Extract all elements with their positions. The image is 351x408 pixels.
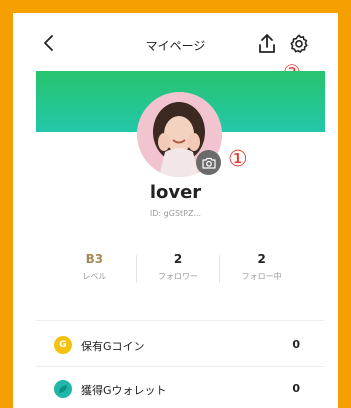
- stat-label: レベル: [82, 272, 107, 281]
- g-coin-icon: G: [54, 336, 72, 354]
- share-button[interactable]: [257, 33, 277, 55]
- stat-value: B3: [85, 252, 104, 266]
- share-icon: [259, 34, 275, 53]
- list-item-value: 0: [292, 382, 300, 395]
- divider: [36, 366, 325, 367]
- leaf-icon: [59, 385, 67, 393]
- list-item-g-coin[interactable]: G 保有Gコイン 0: [36, 332, 325, 362]
- wallet-icon: [54, 380, 72, 398]
- divider: [36, 320, 325, 321]
- stat-following[interactable]: 2 フォロー中: [220, 252, 303, 286]
- stat-value: 2: [257, 252, 266, 266]
- my-page-screen: マイページ ②: [13, 13, 338, 408]
- stat-followers[interactable]: 2 フォロワー: [137, 252, 220, 286]
- camera-icon: [201, 157, 216, 169]
- gear-icon: [290, 34, 308, 53]
- change-photo-button[interactable]: [196, 150, 221, 175]
- user-id: ID: gGStPZ...: [149, 209, 202, 218]
- annotation-marker-1: ①: [228, 147, 248, 172]
- settings-button[interactable]: [288, 33, 310, 55]
- list-item-label: 獲得Gウォレット: [81, 384, 167, 397]
- list-item-g-wallet[interactable]: 獲得Gウォレット 0: [36, 376, 325, 406]
- profile-stats: B3 レベル 2 フォロワー 2 フォロー中: [53, 252, 303, 286]
- list-item-value: 0: [292, 338, 300, 351]
- username: lover: [149, 182, 202, 203]
- list-item-label: 保有Gコイン: [81, 340, 145, 353]
- stat-value: 2: [173, 252, 183, 266]
- stat-label: フォロー中: [241, 272, 282, 281]
- stat-level[interactable]: B3 レベル: [53, 252, 136, 286]
- stat-label: フォロワー: [158, 272, 198, 281]
